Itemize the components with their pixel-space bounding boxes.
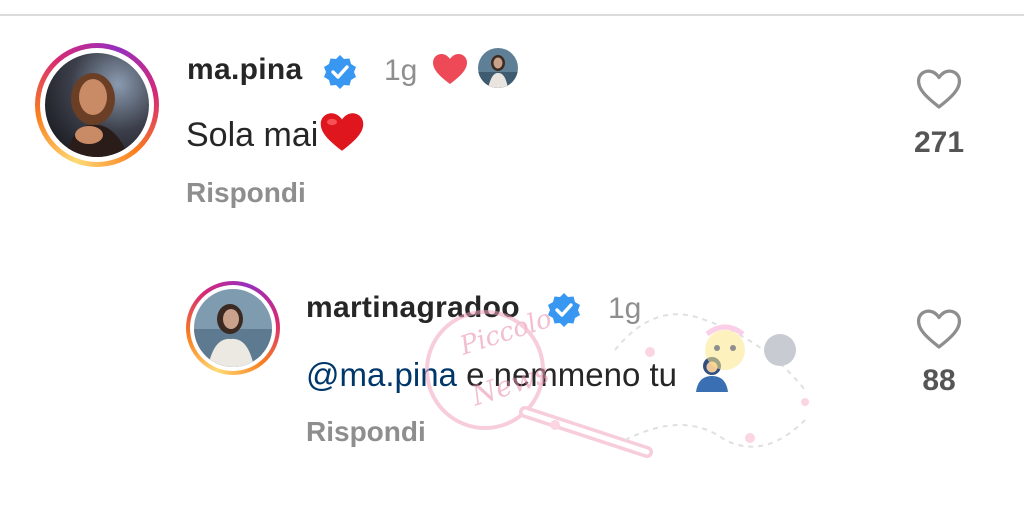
like-count: 88 — [922, 364, 956, 397]
replier-avatar[interactable] — [186, 281, 280, 375]
reply-button[interactable]: Rispondi — [186, 177, 306, 209]
commenter-avatar[interactable] — [35, 43, 159, 167]
like-heart-icon[interactable] — [916, 68, 962, 110]
heart-red-icon — [433, 54, 467, 84]
comment-username[interactable]: ma.pina — [187, 53, 302, 87]
like-count: 271 — [913, 126, 965, 159]
watermark-logo: Piccolo News — [425, 304, 809, 458]
watermark-text-bottom: News — [466, 356, 553, 412]
like-heart-icon[interactable] — [916, 308, 962, 350]
avatar-photo — [45, 53, 149, 157]
comment-text: Sola mai — [186, 112, 365, 155]
avatar-photo — [194, 289, 272, 367]
verified-badge-icon — [324, 55, 356, 89]
comment-time: 1g — [384, 54, 418, 87]
top-divider — [0, 0, 1024, 16]
author-mini-avatar — [478, 48, 518, 88]
heart-emoji-icon — [321, 113, 364, 151]
